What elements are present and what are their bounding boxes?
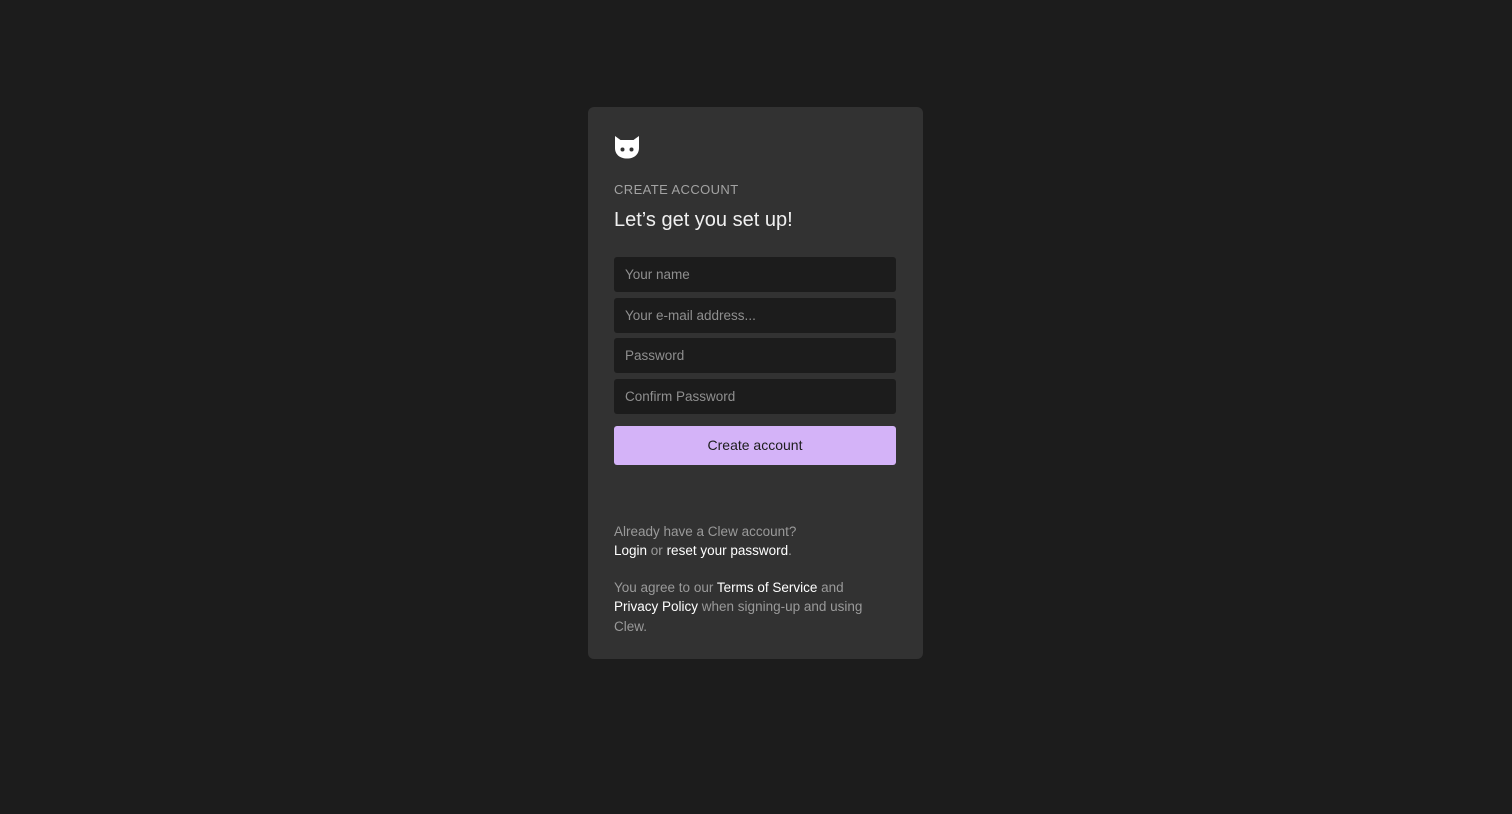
section-eyebrow: CREATE ACCOUNT bbox=[614, 182, 739, 197]
or-text: or bbox=[647, 543, 667, 558]
page-title: Let’s get you set up! bbox=[614, 209, 793, 231]
email-field[interactable] bbox=[614, 297, 896, 333]
name-field[interactable] bbox=[614, 257, 896, 292]
create-account-button[interactable]: Create account bbox=[614, 425, 896, 465]
agree-prefix: You agree to our bbox=[614, 579, 717, 595]
signup-card: CREATE ACCOUNT Let’s get you set up! Cre… bbox=[588, 107, 923, 659]
cat-face-icon bbox=[615, 136, 639, 159]
signup-form: Create account bbox=[614, 257, 897, 465]
terms-of-service-link[interactable]: Terms of Service bbox=[717, 580, 818, 595]
and-text: and bbox=[817, 579, 844, 595]
login-link[interactable]: Login bbox=[614, 543, 647, 558]
password-field[interactable] bbox=[614, 338, 896, 373]
confirm-password-field[interactable] bbox=[614, 378, 896, 414]
reset-password-link[interactable]: reset your password bbox=[667, 543, 789, 558]
period-text: . bbox=[788, 543, 792, 558]
signup-footer: Already have a Clew account? Login or re… bbox=[614, 522, 897, 637]
existing-account-text: Already have a Clew account? Login or re… bbox=[614, 522, 897, 561]
privacy-policy-link[interactable]: Privacy Policy bbox=[614, 599, 698, 614]
terms-text: You agree to our Terms of Service and Pr… bbox=[614, 578, 897, 637]
existing-account-prompt: Already have a Clew account? bbox=[614, 523, 797, 539]
